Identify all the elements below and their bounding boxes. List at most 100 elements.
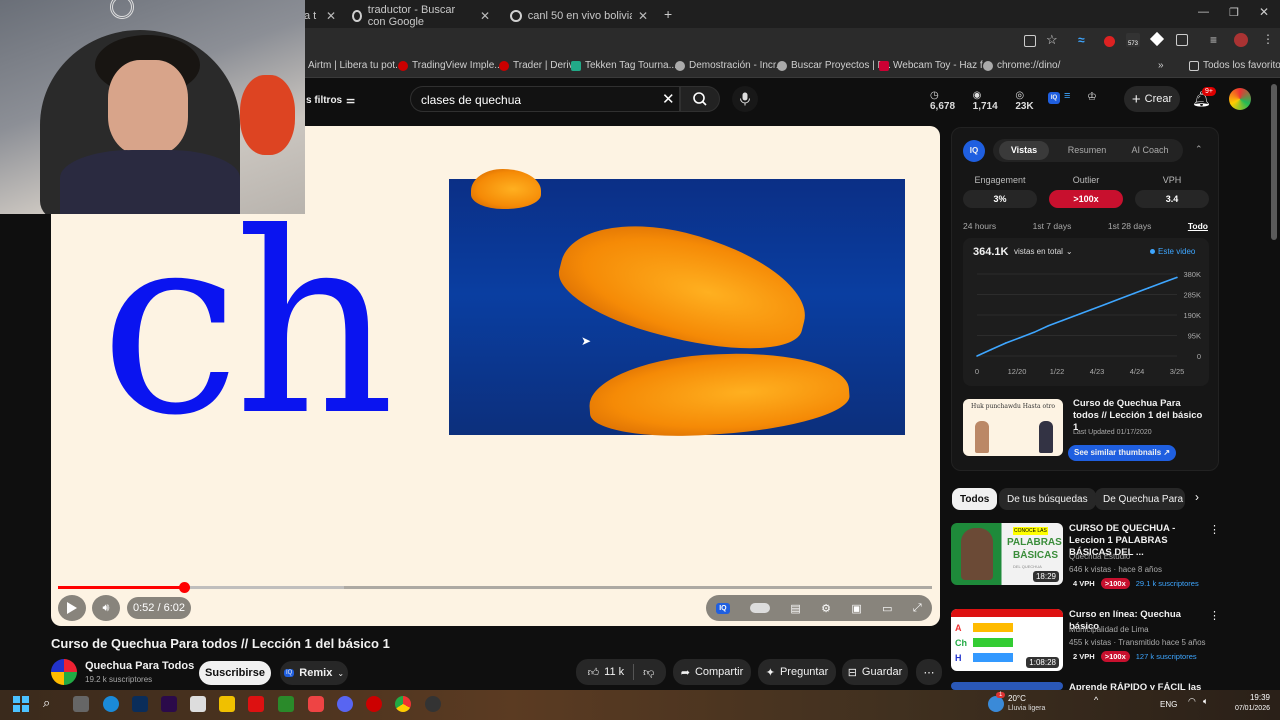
more-actions-button[interactable]: ⋯ <box>916 659 942 685</box>
range-28d[interactable]: 1st 28 days <box>1108 221 1151 231</box>
subscribe-button[interactable]: Suscribirse <box>199 661 271 685</box>
save-button[interactable]: ⊟ Guardar <box>842 659 908 685</box>
page-scrollbar[interactable] <box>1271 84 1277 240</box>
more-vertical-icon[interactable]: ⋮ <box>1209 523 1220 536</box>
network-icon[interactable]: ◠ <box>1188 696 1196 707</box>
tab-ai-coach[interactable]: AI Coach <box>1123 141 1177 160</box>
range-all[interactable]: Todo <box>1188 221 1208 231</box>
recommendation-item[interactable]: Aprende RÁPIDO y FÁCIL las <box>951 682 1221 690</box>
extension-icon[interactable]: ≈ <box>1078 33 1085 47</box>
taskbar-search-icon[interactable]: ⌕ <box>43 695 50 711</box>
obs-icon[interactable] <box>425 696 441 712</box>
close-icon[interactable]: ✕ <box>326 9 336 23</box>
filters-button[interactable]: s filtros ⚌ <box>306 90 355 110</box>
channel-name[interactable]: Quechua Para Todos <box>85 660 194 672</box>
windows-start-icon[interactable] <box>13 696 29 712</box>
play-button[interactable] <box>58 595 86 621</box>
task-view-icon[interactable] <box>73 696 89 712</box>
chip-channel[interactable]: De Quechua Para To <box>1095 488 1185 510</box>
iq-player-icon[interactable]: IQ <box>716 602 730 614</box>
close-icon[interactable]: ✕ <box>638 9 648 23</box>
install-icon[interactable] <box>1024 35 1036 47</box>
browser-tab-traductor[interactable]: traductor - Buscar con Google ✕ <box>342 4 500 28</box>
file-explorer-icon[interactable] <box>219 696 235 712</box>
views-select[interactable]: vistas en total ⌄ <box>1014 247 1073 256</box>
menu-kebab-icon[interactable]: ⋮ <box>1262 32 1274 46</box>
search-input[interactable]: clases de quechua <box>410 86 680 112</box>
remix-button[interactable]: IQ Remix ⌄ <box>280 661 348 685</box>
search-button[interactable] <box>680 86 720 112</box>
clock-date[interactable]: 07/01/2026 <box>1222 705 1270 712</box>
all-bookmarks[interactable]: Todos los favoritos <box>1189 60 1280 71</box>
thumbs-up-icon[interactable]: 👍︎ <box>588 666 600 679</box>
clock-time[interactable]: 19:39 <box>1226 693 1270 702</box>
bookmark-item[interactable]: Demostración - Incr... <box>675 60 784 71</box>
discord-icon[interactable] <box>337 696 353 712</box>
fullscreen-icon[interactable]: ⤢ <box>913 602 922 615</box>
collapse-chevron-icon[interactable]: ⌃ <box>1195 144 1203 155</box>
opera-icon[interactable] <box>366 696 382 712</box>
reading-list-icon[interactable]: ≡ <box>1210 33 1217 47</box>
maximize-icon[interactable]: ❐ <box>1229 6 1239 19</box>
tray-overflow-icon[interactable]: ^ <box>1094 695 1098 705</box>
photoshop-icon[interactable] <box>132 696 148 712</box>
recommendation-item[interactable]: A Ch H 1:08:28 Curso en línea: Quechua b… <box>951 609 1221 679</box>
bookmark-item[interactable]: Webcam Toy - Haz f... <box>879 60 991 71</box>
ask-button[interactable]: ✦ Preguntar <box>758 659 836 685</box>
edge-icon[interactable] <box>103 696 119 712</box>
settings-gear-icon[interactable]: ⚙ <box>821 602 831 615</box>
chrome-icon[interactable] <box>395 696 411 712</box>
tab-resumen[interactable]: Resumen <box>1060 141 1114 160</box>
iq-extension-icon[interactable]: IQ <box>1048 92 1060 104</box>
bookmark-item[interactable]: Airtm | Libera tu pot... <box>308 60 403 71</box>
scrubber-handle[interactable] <box>179 582 190 593</box>
language-indicator[interactable]: ENG <box>1160 700 1177 709</box>
range-7d[interactable]: 1st 7 days <box>1033 221 1072 231</box>
bookmark-item[interactable]: Buscar Proyectos | F... <box>777 60 891 71</box>
cast-icon[interactable]: ▭ <box>882 602 892 615</box>
extension-diamond-icon[interactable] <box>1149 31 1165 47</box>
volume-button[interactable]: 🔊︎ <box>92 595 120 621</box>
profile-avatar[interactable] <box>1234 33 1248 47</box>
chips-next-chevron-icon[interactable]: › <box>1195 490 1199 504</box>
voice-search-button[interactable] <box>732 86 758 112</box>
thumbs-down-icon[interactable]: 👎︎ <box>643 666 654 679</box>
tab-vistas[interactable]: Vistas <box>999 141 1049 160</box>
volume-tray-icon[interactable]: 🔈︎ <box>1203 696 1208 707</box>
bookmark-item[interactable]: Trader | Deriv <box>499 60 574 71</box>
chip-all[interactable]: Todos <box>952 488 998 510</box>
weather-icon[interactable] <box>988 696 1004 712</box>
trophy-icon[interactable]: ♔ <box>1087 90 1097 103</box>
store-icon[interactable] <box>190 696 206 712</box>
channel-avatar[interactable] <box>51 659 77 685</box>
clear-search-icon[interactable]: ✕ <box>662 90 675 108</box>
bookmark-item[interactable]: chrome://dino/ <box>983 60 1060 71</box>
bookmarks-overflow-icon[interactable]: » <box>1158 60 1164 71</box>
similar-thumbnails-button[interactable]: See similar thumbnails ↗ <box>1068 445 1177 461</box>
range-24h[interactable]: 24 hours <box>963 221 996 231</box>
bookmark-item[interactable]: TradingView Imple... <box>398 60 503 71</box>
deriv-app-icon[interactable] <box>248 696 264 712</box>
bookmark-item[interactable]: Tekken Tag Tourna... <box>571 60 677 71</box>
extension-red-icon[interactable] <box>1104 36 1115 47</box>
miniplayer-icon[interactable]: ▣ <box>851 602 861 615</box>
close-window-icon[interactable]: ✕ <box>1259 5 1269 19</box>
extension-badge-icon[interactable]: 573 <box>1126 33 1140 47</box>
close-icon[interactable]: ✕ <box>480 9 490 23</box>
recommendation-item[interactable]: CONOCE LAS PALABRAS BÁSICAS DEL QUECHUA … <box>951 523 1221 593</box>
new-tab-icon[interactable]: + <box>664 6 672 22</box>
account-avatar[interactable] <box>1229 88 1251 110</box>
brave-icon[interactable] <box>308 696 324 712</box>
extensions-puzzle-icon[interactable] <box>1176 34 1188 46</box>
premiere-icon[interactable] <box>161 696 177 712</box>
browser-tab-canal50[interactable]: canl 50 en vivo bolivia - Buscar ✕ <box>500 4 658 28</box>
bookmark-star-icon[interactable]: ☆ <box>1046 32 1058 48</box>
minimize-icon[interactable]: — <box>1198 6 1209 18</box>
browser-tab-partial[interactable]: a t ✕ <box>300 4 340 28</box>
create-button[interactable]: + Crear <box>1124 86 1180 112</box>
share-button[interactable]: ➦ Compartir <box>673 659 751 685</box>
autoplay-toggle[interactable] <box>749 603 770 613</box>
chip-searches[interactable]: De tus búsquedas <box>999 488 1096 510</box>
more-vertical-icon[interactable]: ⋮ <box>1209 609 1220 622</box>
list-icon[interactable]: ≡ <box>1064 90 1070 102</box>
